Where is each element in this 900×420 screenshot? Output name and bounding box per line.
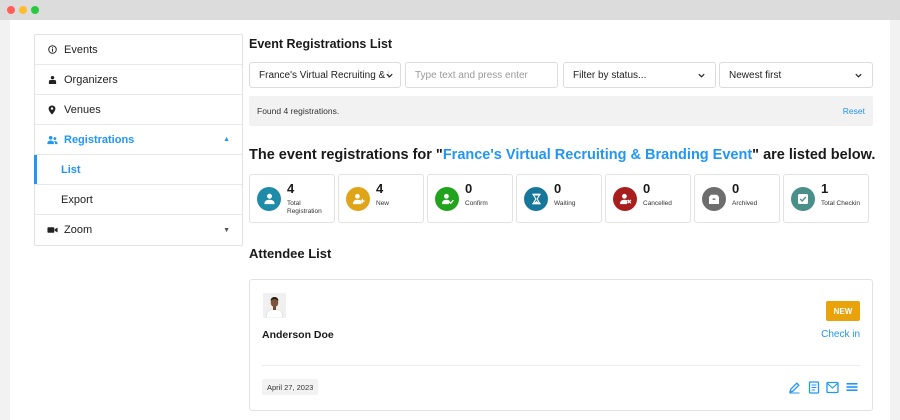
page-title: Event Registrations List (249, 37, 393, 51)
headline-prefix: The event registrations for " (249, 147, 443, 163)
headline-event-link[interactable]: France's Virtual Recruiting & Branding E… (443, 147, 752, 163)
minimize-window-dot[interactable] (19, 6, 27, 14)
sidebar-item-zoom[interactable]: Zoom ▼ (35, 215, 242, 245)
avatar (263, 293, 286, 318)
details-document-icon[interactable] (807, 380, 820, 394)
archive-box-icon (702, 187, 726, 211)
stat-total-registration: 4 Total Registration (249, 174, 335, 223)
sort-select[interactable]: Newest first (719, 62, 873, 88)
organizer-icon (45, 75, 59, 85)
attendee-name: Anderson Doe (262, 329, 334, 341)
email-envelope-icon[interactable] (826, 380, 839, 394)
stat-archived: 0 Archived (694, 174, 780, 223)
stat-label: Confirm (465, 200, 488, 207)
event-select-value: France's Virtual Recruiting & B (259, 69, 389, 81)
hourglass-icon (524, 187, 548, 211)
stat-value: 0 (643, 181, 651, 196)
sidebar-item-label: Zoom (64, 224, 93, 236)
stat-label: Archived (732, 200, 758, 207)
user-plus-icon (346, 187, 370, 211)
stat-value: 0 (465, 181, 473, 196)
status-badge: NEW (826, 301, 860, 321)
sidebar-item-events[interactable]: Events (35, 35, 242, 65)
sidebar-item-organizers[interactable]: Organizers (35, 65, 242, 95)
chevron-down-icon (855, 73, 862, 78)
stat-label: Waiting (554, 200, 576, 207)
stat-cancelled: 0 Cancelled (605, 174, 691, 223)
stat-label: Total Registration (287, 200, 322, 215)
sidebar-item-venues[interactable]: Venues (35, 95, 242, 125)
sort-select-value: Newest first (729, 69, 782, 81)
sidebar-item-label: Events (64, 43, 98, 56)
users-icon (45, 135, 59, 145)
sidebar-item-label: Venues (64, 103, 101, 116)
registration-date: April 27, 2023 (262, 379, 319, 395)
chevron-down-icon (386, 73, 393, 78)
results-count-text: Found 4 registrations. (257, 106, 340, 116)
stat-new: 4 New (338, 174, 424, 223)
user-check-icon (435, 187, 459, 211)
stat-value: 1 (821, 181, 829, 196)
stat-confirm: 0 Confirm (427, 174, 513, 223)
user-times-icon (613, 187, 637, 211)
event-headline: The event registrations for "France's Vi… (249, 147, 876, 163)
stat-value: 4 (376, 181, 384, 196)
registration-icon (257, 187, 281, 211)
sidebar-subitem-export[interactable]: Export (35, 185, 242, 215)
sidebar-item-label: Registrations (64, 133, 135, 146)
attendee-card: Anderson Doe NEW Check in April 27, 2023 (249, 279, 873, 411)
attendee-actions (788, 380, 858, 394)
video-camera-icon (45, 226, 59, 234)
stat-total-checkin: 1 Total Checkin (783, 174, 869, 223)
page: Events Organizers Venues Registrations ▲… (10, 20, 890, 420)
attendee-list-title: Attendee List (249, 246, 332, 261)
stat-value: 4 (287, 181, 295, 196)
search-box (405, 62, 558, 88)
stat-label: Total Checkin (821, 200, 861, 207)
stat-label: New (376, 200, 390, 207)
maximize-window-dot[interactable] (31, 6, 39, 14)
results-summary: Found 4 registrations. Reset (249, 96, 873, 126)
headline-suffix: " are listed below. (752, 147, 876, 163)
check-in-link[interactable]: Check in (821, 329, 860, 340)
filter-bar: France's Virtual Recruiting & B Filter b… (249, 62, 873, 88)
stats-row: 4 Total Registration 4 New 0 Confirm 0 W… (249, 174, 873, 223)
status-select-value: Filter by status... (573, 69, 647, 81)
window-titlebar (0, 0, 900, 20)
stat-value: 0 (554, 181, 562, 196)
chevron-up-icon: ▲ (223, 136, 230, 143)
sidebar-item-label: Organizers (64, 73, 118, 86)
info-circle-icon (45, 45, 59, 54)
menu-bars-icon[interactable] (845, 380, 858, 394)
main-content: Event Registrations List France's Virtua… (249, 34, 875, 411)
stat-value: 0 (732, 181, 740, 196)
edit-pencil-icon[interactable] (788, 380, 801, 394)
event-select[interactable]: France's Virtual Recruiting & B (249, 62, 401, 88)
sidebar-item-registrations[interactable]: Registrations ▲ (35, 125, 242, 155)
stat-waiting: 0 Waiting (516, 174, 602, 223)
status-select[interactable]: Filter by status... (563, 62, 716, 88)
map-pin-icon (45, 105, 59, 115)
stat-label: Cancelled (643, 200, 672, 207)
sidebar-subitem-label: Export (61, 193, 93, 206)
checkbox-icon (791, 187, 815, 211)
search-input[interactable] (415, 69, 548, 81)
sidebar-subitem-label: List (61, 163, 81, 176)
chevron-down-icon: ▼ (223, 226, 230, 234)
sidebar: Events Organizers Venues Registrations ▲… (34, 34, 243, 246)
close-window-dot[interactable] (7, 6, 15, 14)
chevron-down-icon (698, 73, 705, 78)
reset-link[interactable]: Reset (843, 106, 865, 116)
sidebar-subitem-list[interactable]: List (34, 155, 242, 185)
card-divider (262, 365, 860, 366)
